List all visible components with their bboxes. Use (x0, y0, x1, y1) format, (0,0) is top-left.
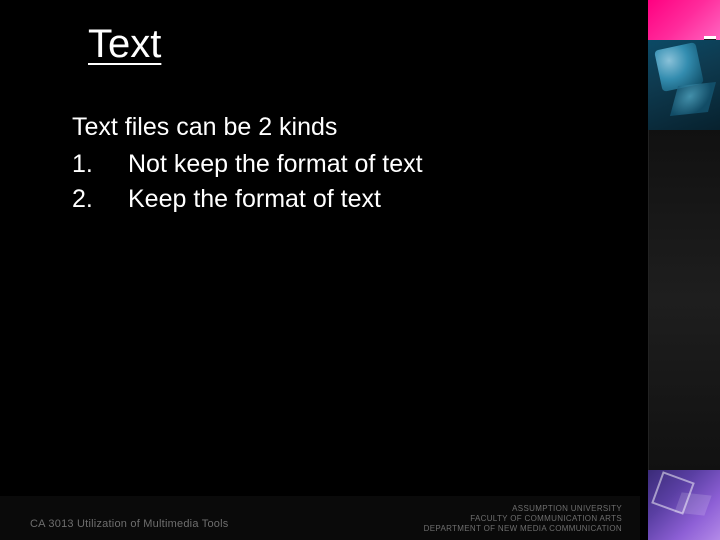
list-number: 2. (72, 182, 128, 217)
slide-body: Text files can be 2 kinds 1. Not keep th… (72, 110, 423, 217)
deco-shard-icon (670, 82, 716, 116)
deco-plane-icon (674, 492, 711, 515)
footer-bar: CA 3013 Utilization of Multimedia Tools … (0, 496, 640, 540)
footer-line: FACULTY OF COMMUNICATION ARTS (424, 514, 622, 524)
slide-title: Text (88, 22, 161, 67)
decorative-strip (648, 0, 720, 540)
footer-affiliation: ASSUMPTION UNIVERSITY FACULTY OF COMMUNI… (424, 504, 622, 534)
list-number: 1. (72, 147, 128, 182)
deco-block-pink (648, 0, 720, 40)
intro-line: Text files can be 2 kinds (72, 110, 423, 145)
slide-area: Text Text files can be 2 kinds 1. Not ke… (0, 0, 640, 500)
deco-block-teal (648, 40, 720, 130)
footer-line: ASSUMPTION UNIVERSITY (424, 504, 622, 514)
list-text: Keep the format of text (128, 182, 381, 217)
list-text: Not keep the format of text (128, 147, 423, 182)
footer-line: DEPARTMENT OF NEW MEDIA COMMUNICATION (424, 524, 622, 534)
footer-course-code: CA 3013 Utilization of Multimedia Tools (30, 518, 229, 530)
list-item: 1. Not keep the format of text (72, 147, 423, 182)
list-item: 2. Keep the format of text (72, 182, 423, 217)
deco-block-dark (648, 130, 720, 470)
deco-block-purple (648, 470, 720, 540)
